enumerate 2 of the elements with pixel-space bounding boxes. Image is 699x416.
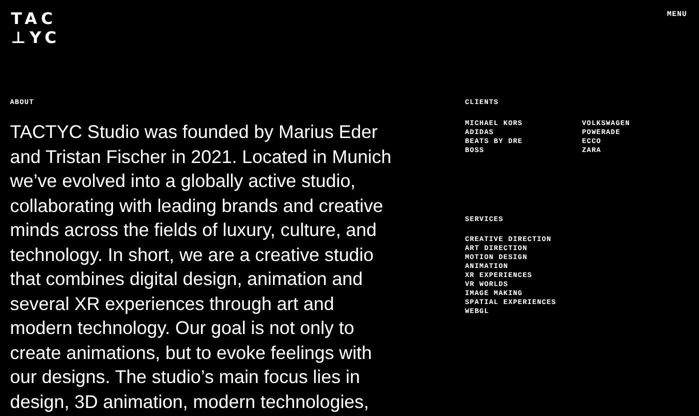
about-paragraph: TACTYC Studio was founded by Marius Eder and Tristan Fischer in 2021. Located in Munich we’ve evolved into a globally active studio, collaborating with leading brands and creative minds across the fields of luxury, culture, and technology. In short, we are a creative studio that combines digital design, animation and several XR experiences through art and modern technology. Our goal is not only to create animations, but to evoke feelings with our designs. The studio’s main focus lies in design, 3D animation, modern technologies, <box>10 120 392 414</box>
logo[interactable]: TAC ⊥YC <box>11 9 60 47</box>
